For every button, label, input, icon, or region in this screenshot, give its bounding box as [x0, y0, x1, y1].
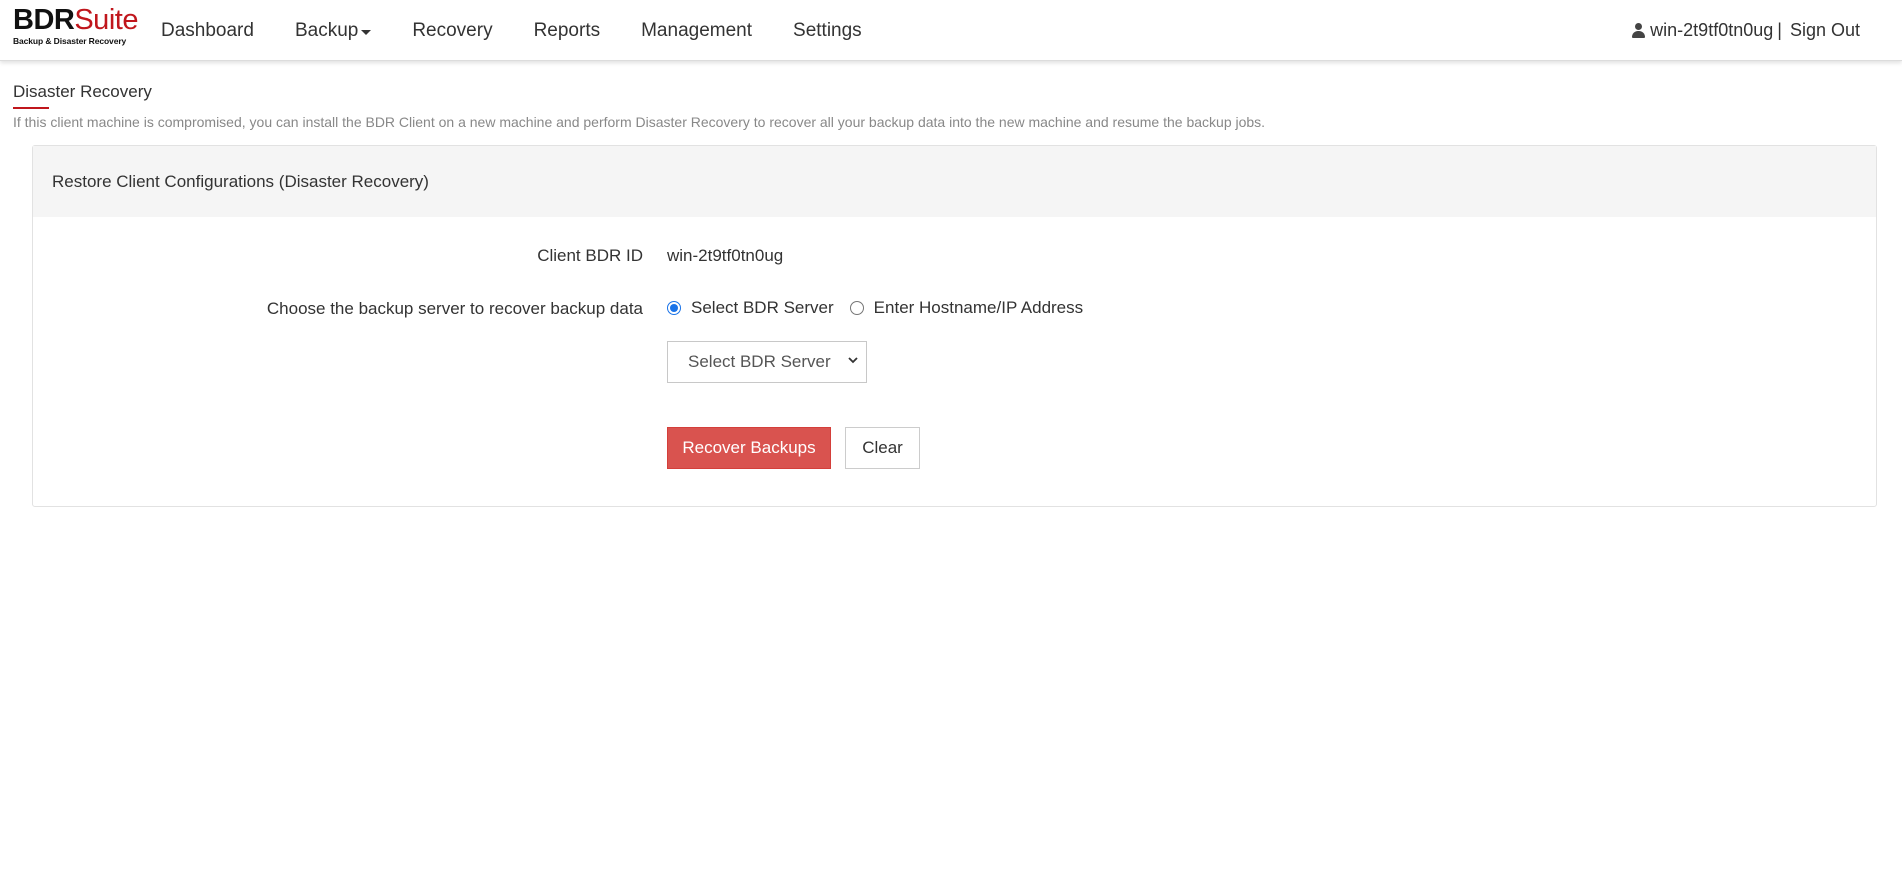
nav-item-management[interactable]: Management — [641, 20, 752, 42]
user-menu: win-2t9tf0tn0ug | Sign Out — [1632, 0, 1860, 61]
logo-brand-bold: BDR — [13, 4, 75, 36]
clear-button[interactable]: Clear — [845, 427, 920, 469]
panel-heading: Restore Client Configurations (Disaster … — [33, 146, 1876, 217]
radio-enter-hostname[interactable]: Enter Hostname/IP Address — [849, 298, 1083, 318]
page-title: Disaster Recovery — [13, 82, 152, 101]
logo-tagline: Backup & Disaster Recovery — [13, 36, 127, 46]
username[interactable]: win-2t9tf0tn0ug — [1650, 20, 1773, 41]
nav-item-reports[interactable]: Reports — [534, 20, 601, 42]
separator: | — [1777, 20, 1782, 40]
user-icon — [1632, 23, 1646, 38]
bdrsuite-logo[interactable]: BDRSuite Backup & Disaster Recovery — [13, 5, 143, 50]
radio-checked-icon[interactable] — [667, 301, 681, 315]
title-underline — [13, 107, 49, 109]
top-navbar: BDRSuite Backup & Disaster Recovery Dash… — [0, 0, 1902, 61]
nav-item-recovery[interactable]: Recovery — [412, 20, 492, 42]
restore-config-panel: Restore Client Configurations (Disaster … — [32, 145, 1877, 507]
chevron-down-icon — [848, 357, 858, 364]
nav-item-settings[interactable]: Settings — [793, 20, 862, 42]
page-description: If this client machine is compromised, y… — [13, 114, 1266, 130]
recover-backups-button[interactable]: Recover Backups — [667, 427, 831, 469]
radio-unchecked-icon[interactable] — [849, 301, 864, 315]
client-bdr-id-value: win-2t9tf0tn0ug — [667, 246, 784, 265]
radio-select-bdr-server[interactable]: Select BDR Server — [667, 298, 834, 318]
logo-brand-accent: Suite — [74, 4, 138, 36]
nav-item-backup[interactable]: Backup — [295, 20, 372, 42]
client-bdr-id-label: Client BDR ID — [537, 246, 643, 265]
server-choice-label: Choose the backup server to recover back… — [266, 299, 643, 318]
nav-item-dashboard[interactable]: Dashboard — [161, 20, 254, 42]
main-nav: Dashboard Backup Recovery Reports Manage… — [145, 0, 887, 61]
caret-down-icon — [361, 29, 372, 35]
server-choice-radio-group: Select BDR Server Enter Hostname/IP Addr… — [667, 298, 1083, 318]
sign-out-link[interactable]: Sign Out — [1790, 20, 1860, 41]
bdr-server-select[interactable]: Select BDR Server — [667, 341, 867, 383]
